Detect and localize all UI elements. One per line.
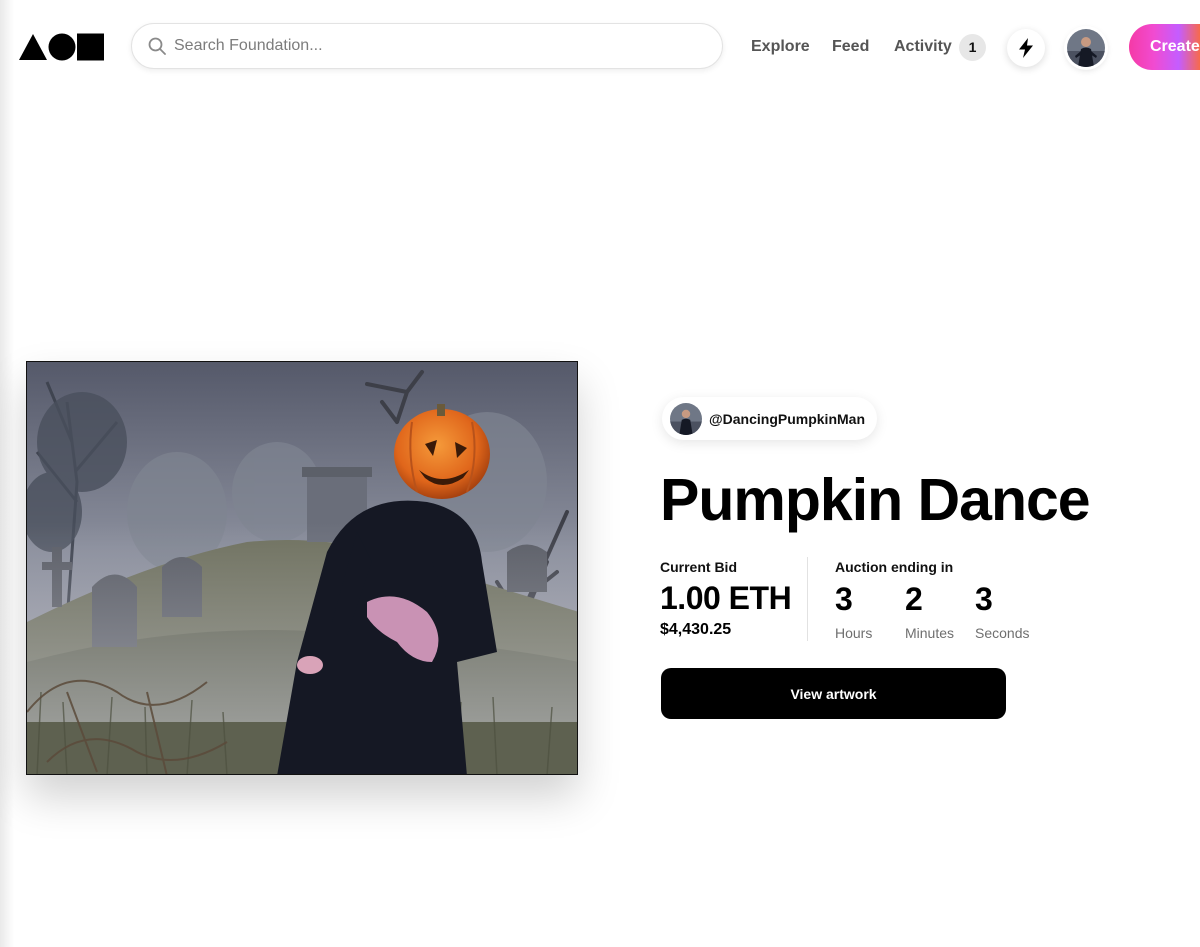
countdown-seconds-unit: Seconds (975, 625, 1030, 641)
countdown-seconds-value: 3 (975, 581, 993, 617)
artwork-preview[interactable] (26, 361, 578, 775)
activity-count-badge[interactable]: 1 (959, 34, 986, 61)
search-input[interactable] (174, 31, 694, 61)
countdown-minutes-unit: Minutes (905, 625, 955, 641)
creator-avatar (670, 402, 702, 435)
user-avatar[interactable] (1067, 29, 1105, 67)
nav-activity-link[interactable]: Activity (894, 37, 952, 57)
current-bid-usd: $4,430.25 (660, 621, 732, 638)
nav-explore-link[interactable]: Explore (751, 37, 810, 57)
creator-handle: @DancingPumpkinMan (709, 410, 865, 427)
current-bid-value: 1.00 ETH (660, 580, 792, 616)
countdown-minutes-value: 2 (905, 581, 923, 617)
countdown-hours-unit: Hours (835, 625, 873, 641)
countdown-hours-value: 3 (835, 581, 853, 617)
artwork-title: Pumpkin Dance (660, 467, 1091, 533)
auction-ending-label: Auction ending in (835, 559, 954, 575)
view-artwork-label: View artwork (790, 685, 877, 702)
search-icon (148, 37, 166, 55)
creator-pill[interactable]: @DancingPumpkinMan (662, 397, 877, 440)
current-bid-label: Current Bid (660, 559, 737, 575)
create-button-label: Create (1150, 38, 1200, 55)
search-bar[interactable] (131, 23, 723, 69)
foundation-logo-icon[interactable] (19, 32, 105, 62)
lightning-button[interactable] (1007, 29, 1045, 67)
bid-divider (807, 557, 808, 641)
page-edge-shadow (0, 0, 14, 947)
create-button[interactable]: Create (1129, 24, 1200, 70)
lightning-bolt-icon (1019, 38, 1033, 58)
nav-feed-link[interactable]: Feed (832, 37, 869, 57)
view-artwork-button[interactable]: View artwork (661, 668, 1006, 719)
